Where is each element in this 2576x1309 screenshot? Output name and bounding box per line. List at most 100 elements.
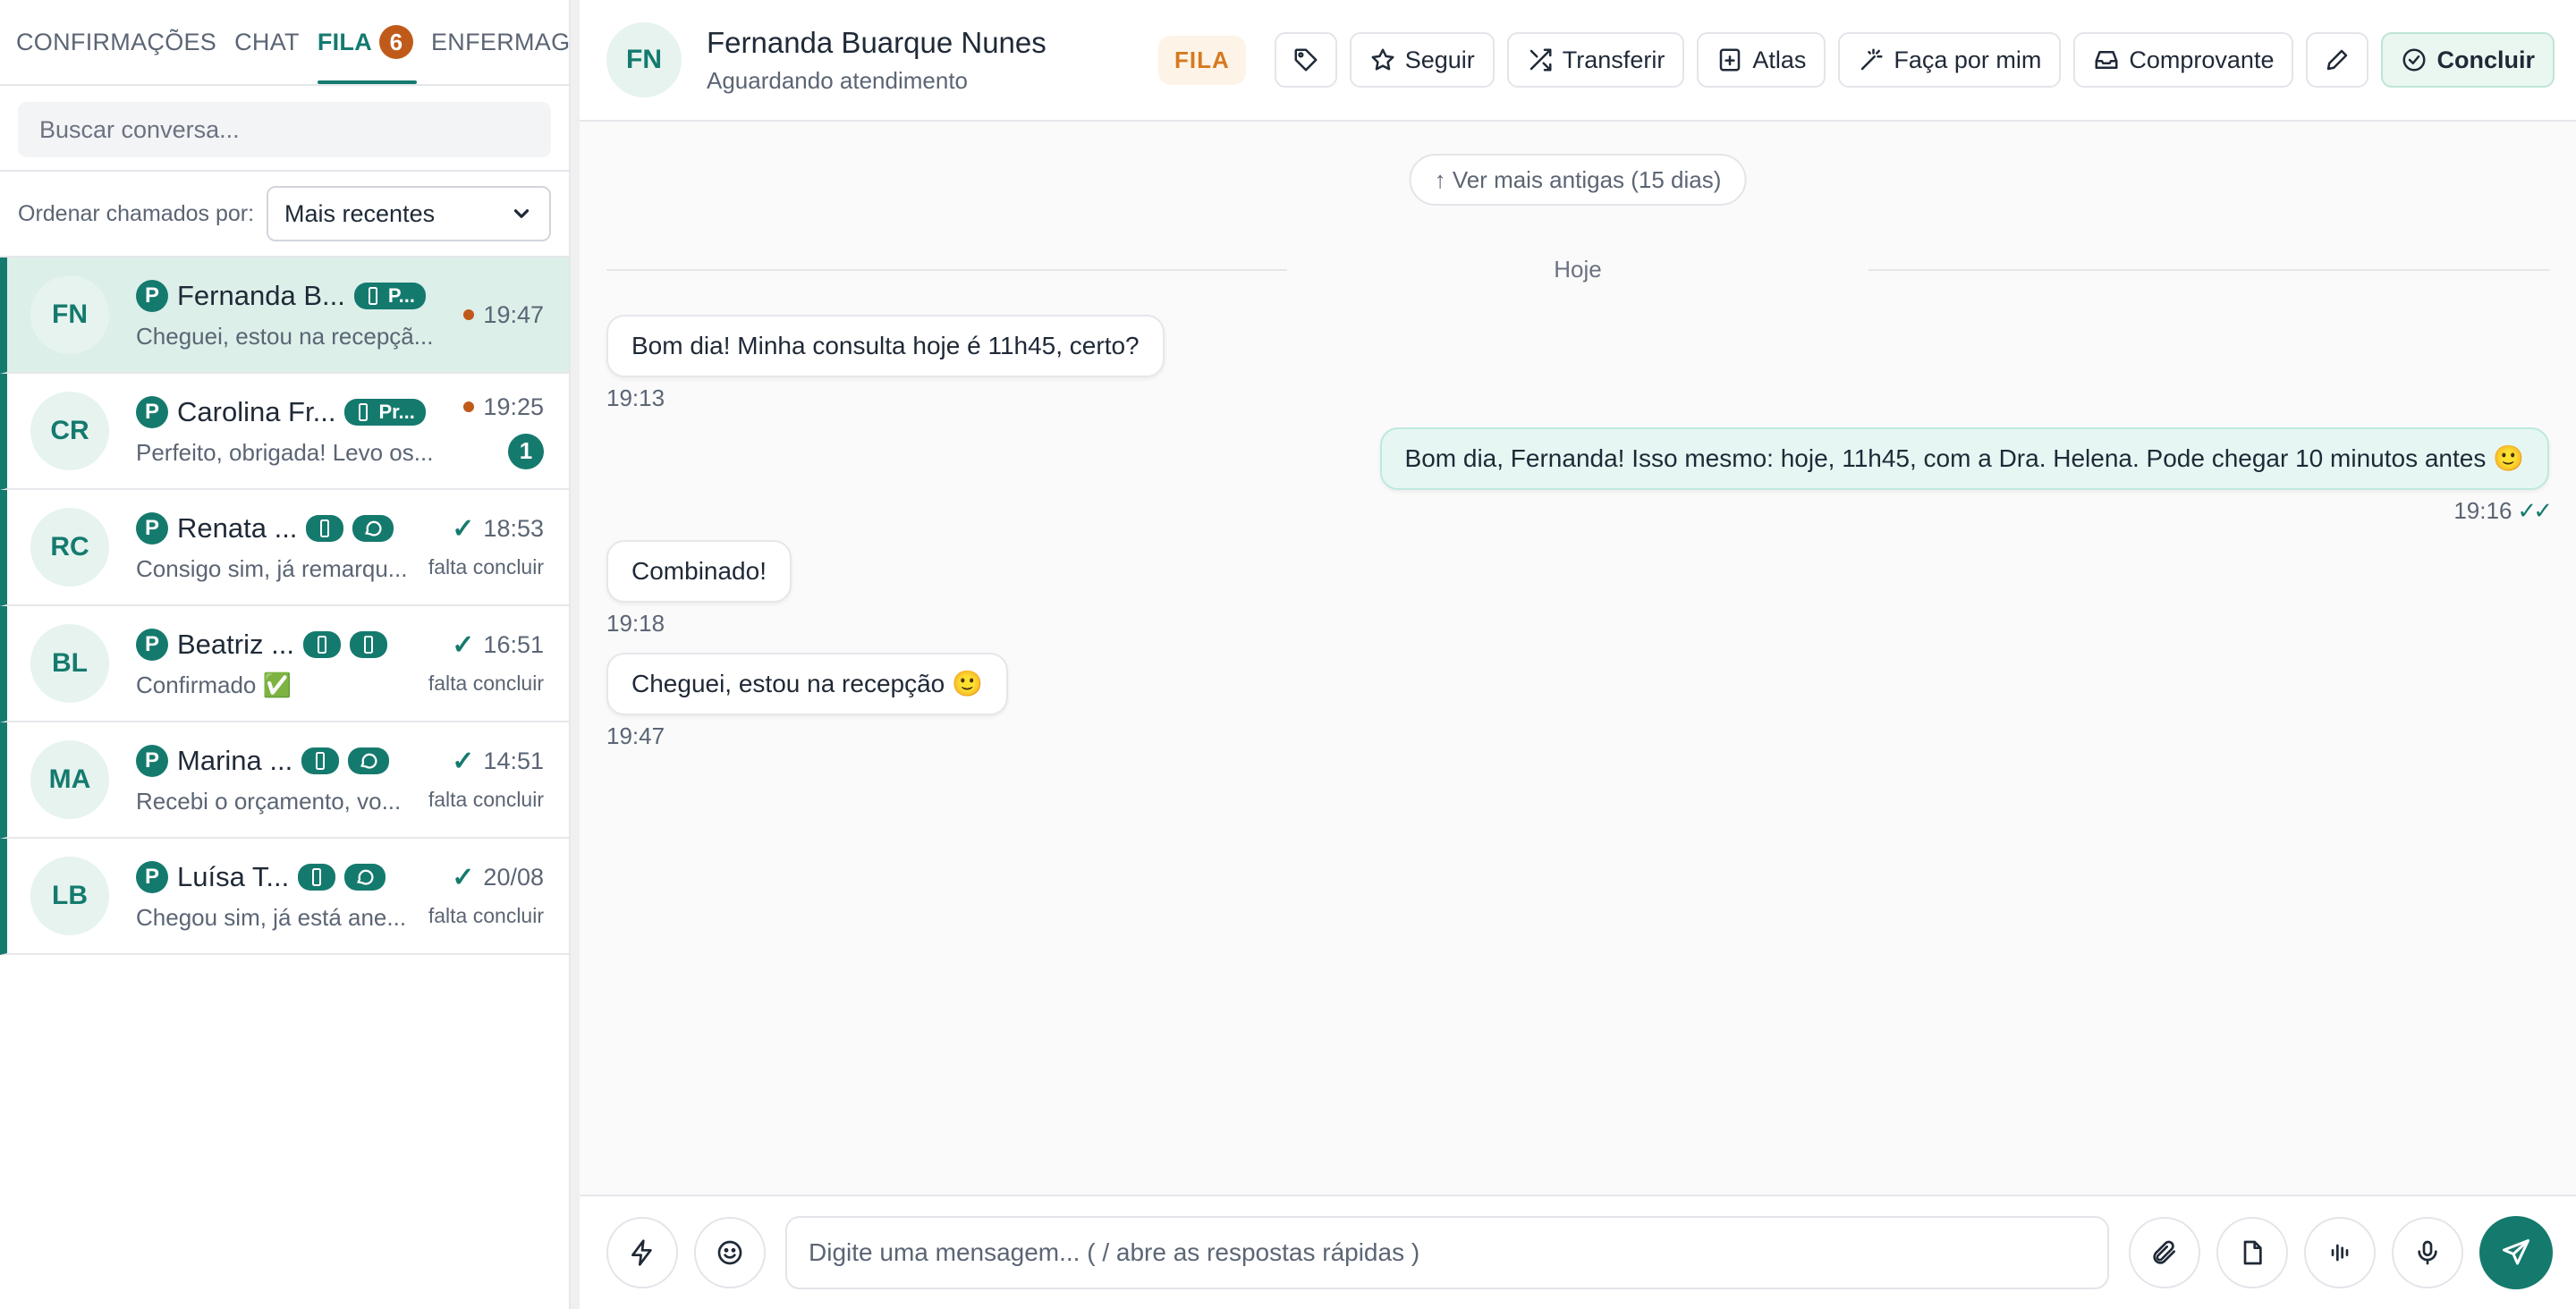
- follow-button[interactable]: Seguir: [1349, 32, 1495, 88]
- phone-icon: [317, 635, 326, 654]
- edit-button[interactable]: [2306, 32, 2369, 88]
- phone-channel-pill: [349, 630, 387, 658]
- contact-name: Fernanda B...: [177, 279, 345, 311]
- conversation-item[interactable]: LB P Luísa T... Chegou sim, já está ane.…: [0, 839, 569, 955]
- time-label: 14:51: [483, 747, 544, 774]
- message-incoming: Bom dia! Minha consulta hoje é 11h45, ce…: [606, 315, 1165, 412]
- emoji-button[interactable]: [694, 1217, 766, 1288]
- receipt-button[interactable]: Comprovante: [2073, 32, 2294, 88]
- divider-line: [606, 268, 1287, 271]
- conversation-item[interactable]: CR P Carolina Fr... Pr... Perfeito, obri…: [0, 374, 569, 490]
- pending-dot-icon: [463, 309, 475, 320]
- do-it-for-me-label: Faça por mim: [1894, 46, 2042, 73]
- sort-label: Ordenar chamados por:: [18, 200, 255, 226]
- tab-chat[interactable]: CHAT: [225, 0, 309, 84]
- message-preview: Consigo sim, já remarqu...: [136, 554, 408, 582]
- tab-fila[interactable]: FILA 6: [309, 0, 422, 84]
- contact-name: Marina ...: [177, 744, 293, 776]
- sidebar: CONFIRMAÇÕES CHAT FILA 6 ENFERMAGEM Orden…: [0, 0, 571, 1309]
- tab-enfermagem[interactable]: ENFERMAGEM: [422, 0, 569, 84]
- attach-button[interactable]: [2129, 1217, 2200, 1288]
- send-button[interactable]: [2479, 1216, 2553, 1289]
- avatar: CR: [30, 392, 109, 470]
- conversation-time: ✓ 20/08: [452, 864, 544, 891]
- contact-info: Fernanda Buarque Nunes Aguardando atendi…: [707, 26, 1046, 95]
- do-it-for-me-button[interactable]: Faça por mim: [1838, 32, 2062, 88]
- phone-channel-pill: [302, 630, 341, 658]
- message-time: 19:18: [606, 610, 665, 637]
- composer: [580, 1195, 2576, 1309]
- message-bubble: Bom dia, Fernanda! Isso mesmo: hoje, 11h…: [1379, 427, 2549, 490]
- tab-confirmacoes[interactable]: CONFIRMAÇÕES: [7, 0, 225, 84]
- time-label: 19:47: [483, 300, 544, 328]
- message-input[interactable]: [785, 1216, 2109, 1289]
- conversation-time: 19:47: [463, 301, 544, 329]
- message-bubble: Cheguei, estou na recepção 🙂: [606, 653, 1008, 715]
- transfer-label: Transferir: [1562, 46, 1665, 73]
- time-label: 19:25: [483, 393, 544, 420]
- message-preview: Cheguei, estou na recepçã...: [136, 322, 434, 350]
- channel-pill-label: P...: [387, 283, 416, 307]
- chat-bubble-icon: [365, 520, 382, 536]
- tag-button[interactable]: [1274, 32, 1337, 88]
- conversation-item[interactable]: FN P Fernanda B... P... Cheguei, estou n…: [0, 258, 569, 374]
- chat-channel-pill: [352, 514, 394, 542]
- search-input[interactable]: [18, 102, 551, 157]
- tab-label: FILA: [317, 28, 372, 55]
- follow-label: Seguir: [1404, 46, 1475, 73]
- search-bar: [0, 86, 569, 172]
- conversation-meta: ✓ 16:51 falta concluir: [428, 606, 544, 721]
- transfer-button[interactable]: Transferir: [1506, 32, 1685, 88]
- check-icon: ✓: [452, 746, 475, 776]
- check-circle-icon: [2402, 48, 2426, 72]
- conversation-item[interactable]: BL P Beatriz ... Confirmado ✅ ✓ 16:51 fal…: [0, 606, 569, 722]
- conversation-meta: 19:47: [463, 258, 544, 372]
- message-preview: Chegou sim, já está ane...: [136, 903, 407, 931]
- smiley-icon: [717, 1240, 742, 1265]
- message-outgoing: Bom dia, Fernanda! Isso mesmo: hoje, 11h…: [1379, 427, 2553, 525]
- chat-channel-pill: [344, 863, 386, 891]
- time-label: 20/08: [483, 864, 544, 891]
- star-icon: [1371, 48, 1394, 71]
- priority-badge: P: [136, 511, 168, 545]
- conversation-list: FN P Fernanda B... P... Cheguei, estou n…: [0, 258, 569, 1309]
- avatar: BL: [30, 624, 109, 703]
- unread-count-badge: 1: [508, 433, 544, 469]
- contact-status: Aguardando atendimento: [707, 66, 969, 94]
- avatar: LB: [30, 857, 109, 935]
- chat-bubble-icon: [360, 753, 377, 769]
- check-icon: ✓: [452, 513, 475, 544]
- phone-channel-pill: [298, 863, 336, 891]
- tag-icon: [1294, 48, 1318, 72]
- day-divider: Hoje: [606, 256, 2549, 283]
- message-incoming: Cheguei, estou na recepção 🙂 19:47: [606, 653, 1008, 750]
- conversation-item[interactable]: MA P Marina ... Recebi o orçamento, vo..…: [0, 722, 569, 839]
- conversation-meta: ✓ 20/08 falta concluir: [428, 839, 544, 953]
- message-time: 19:16: [2453, 497, 2512, 524]
- divider-line: [1868, 268, 2549, 271]
- contact-name: Beatriz ...: [177, 628, 294, 660]
- phone-icon: [359, 402, 369, 421]
- queue-status-badge: FILA: [1157, 35, 1246, 85]
- atlas-button[interactable]: Atlas: [1697, 32, 1826, 88]
- document-button[interactable]: [2216, 1217, 2288, 1288]
- inbox-icon: [2095, 51, 2118, 69]
- tab-bar: CONFIRMAÇÕES CHAT FILA 6 ENFERMAGEM: [0, 0, 569, 86]
- microphone-button[interactable]: [2392, 1217, 2463, 1288]
- phone-icon: [312, 867, 322, 886]
- message-preview: Perfeito, obrigada! Levo os...: [136, 438, 434, 466]
- chat-header: FN Fernanda Buarque Nunes Aguardando ate…: [580, 0, 2576, 122]
- conclude-button[interactable]: Concluir: [2381, 32, 2555, 88]
- load-older-button[interactable]: ↑ Ver mais antigas (15 dias): [1409, 154, 1747, 206]
- lightning-icon: [631, 1239, 652, 1266]
- audio-wave-icon: [2331, 1244, 2349, 1262]
- conclude-label: Concluir: [2436, 46, 2535, 73]
- priority-badge: P: [136, 860, 168, 893]
- conversation-item[interactable]: RC P Renata ... Consigo sim, já remarqu.…: [0, 490, 569, 606]
- sort-select[interactable]: Mais recentes: [267, 186, 551, 241]
- conversation-time: ✓ 16:51: [452, 631, 544, 659]
- audio-wave-button[interactable]: [2304, 1217, 2376, 1288]
- check-icon: ✓: [452, 862, 475, 892]
- quick-reply-button[interactable]: [606, 1217, 678, 1288]
- receipt-label: Comprovante: [2129, 46, 2275, 73]
